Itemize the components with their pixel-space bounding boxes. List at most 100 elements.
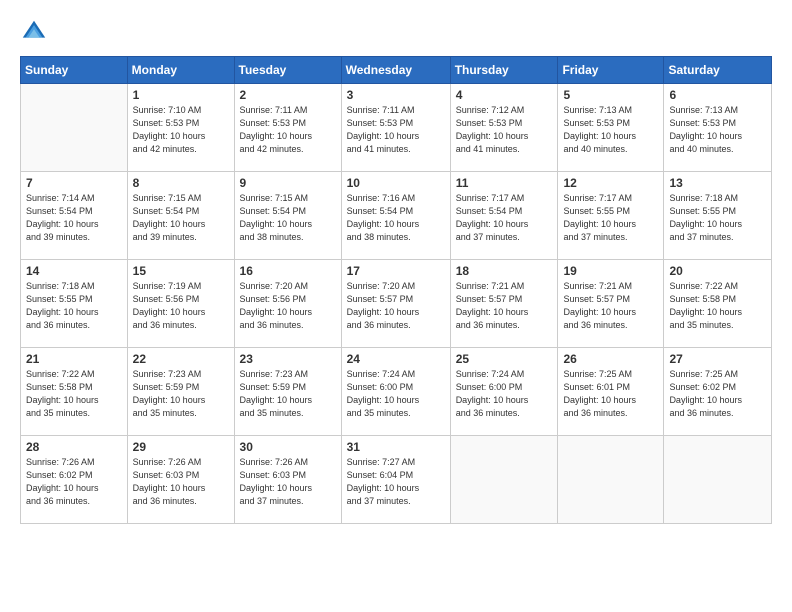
day-info: Sunrise: 7:16 AM Sunset: 5:54 PM Dayligh…	[347, 192, 445, 244]
calendar-cell: 28Sunrise: 7:26 AM Sunset: 6:02 PM Dayli…	[21, 436, 128, 524]
calendar-cell	[664, 436, 772, 524]
day-info: Sunrise: 7:23 AM Sunset: 5:59 PM Dayligh…	[133, 368, 229, 420]
calendar-cell: 17Sunrise: 7:20 AM Sunset: 5:57 PM Dayli…	[341, 260, 450, 348]
calendar-cell: 24 Sunrise: 7:24 AM Sunset: 6:00 PM Dayli…	[341, 348, 450, 436]
day-info: Sunrise: 7:18 AM Sunset: 5:55 PM Dayligh…	[26, 280, 122, 332]
calendar-cell	[450, 436, 558, 524]
day-info: Sunrise: 7:14 AM Sunset: 5:54 PM Dayligh…	[26, 192, 122, 244]
day-number: 1	[133, 88, 229, 102]
calendar-cell: 26Sunrise: 7:25 AM Sunset: 6:01 PM Dayli…	[558, 348, 664, 436]
day-number: 29	[133, 440, 229, 454]
calendar-cell: 12Sunrise: 7:17 AM Sunset: 5:55 PM Dayli…	[558, 172, 664, 260]
day-info: Sunrise: 7:13 AM Sunset: 5:53 PM Dayligh…	[669, 104, 766, 156]
calendar-cell: 18 Sunrise: 7:21 AM Sunset: 5:57 PM Dayli…	[450, 260, 558, 348]
day-number: 28	[26, 440, 122, 454]
calendar-cell: 1 Sunrise: 7:10 AM Sunset: 5:53 PM Daylig…	[127, 84, 234, 172]
day-number: 15	[133, 264, 229, 278]
day-number: 6	[669, 88, 766, 102]
day-info: Sunrise: 7:10 AM Sunset: 5:53 PM Dayligh…	[133, 104, 229, 156]
logo-icon	[20, 18, 48, 46]
day-number: 5	[563, 88, 658, 102]
day-info: Sunrise: 7:23 AM Sunset: 5:59 PM Dayligh…	[240, 368, 336, 420]
day-number: 10	[347, 176, 445, 190]
calendar-cell: 16 Sunrise: 7:20 AM Sunset: 5:56 PM Dayli…	[234, 260, 341, 348]
day-info: Sunrise: 7:15 AM Sunset: 5:54 PM Dayligh…	[240, 192, 336, 244]
calendar-day-header: Friday	[558, 57, 664, 84]
day-number: 11	[456, 176, 553, 190]
calendar-cell: 19 Sunrise: 7:21 AM Sunset: 5:57 PM Dayli…	[558, 260, 664, 348]
day-info: Sunrise: 7:20 AM Sunset: 5:56 PM Dayligh…	[240, 280, 336, 332]
day-number: 31	[347, 440, 445, 454]
day-info: Sunrise: 7:17 AM Sunset: 5:54 PM Dayligh…	[456, 192, 553, 244]
day-info: Sunrise: 7:24 AM Sunset: 6:00 PM Dayligh…	[456, 368, 553, 420]
calendar-week-row: 1 Sunrise: 7:10 AM Sunset: 5:53 PM Daylig…	[21, 84, 772, 172]
calendar-cell: 8Sunrise: 7:15 AM Sunset: 5:54 PM Daylig…	[127, 172, 234, 260]
calendar-week-row: 21 Sunrise: 7:22 AM Sunset: 5:58 PM Dayli…	[21, 348, 772, 436]
day-number: 23	[240, 352, 336, 366]
day-number: 7	[26, 176, 122, 190]
day-info: Sunrise: 7:22 AM Sunset: 5:58 PM Dayligh…	[26, 368, 122, 420]
calendar-week-row: 28Sunrise: 7:26 AM Sunset: 6:02 PM Dayli…	[21, 436, 772, 524]
day-number: 19	[563, 264, 658, 278]
day-number: 18	[456, 264, 553, 278]
day-info: Sunrise: 7:12 AM Sunset: 5:53 PM Dayligh…	[456, 104, 553, 156]
day-number: 2	[240, 88, 336, 102]
calendar-cell: 15 Sunrise: 7:19 AM Sunset: 5:56 PM Dayli…	[127, 260, 234, 348]
day-number: 20	[669, 264, 766, 278]
calendar-cell: 27 Sunrise: 7:25 AM Sunset: 6:02 PM Dayli…	[664, 348, 772, 436]
header	[20, 18, 772, 46]
calendar-cell: 25 Sunrise: 7:24 AM Sunset: 6:00 PM Dayli…	[450, 348, 558, 436]
calendar-cell: 30 Sunrise: 7:26 AM Sunset: 6:03 PM Dayli…	[234, 436, 341, 524]
day-number: 24	[347, 352, 445, 366]
calendar-cell: 9 Sunrise: 7:15 AM Sunset: 5:54 PM Daylig…	[234, 172, 341, 260]
calendar-week-row: 7 Sunrise: 7:14 AM Sunset: 5:54 PM Daylig…	[21, 172, 772, 260]
calendar-cell: 29 Sunrise: 7:26 AM Sunset: 6:03 PM Dayli…	[127, 436, 234, 524]
calendar-day-header: Thursday	[450, 57, 558, 84]
calendar-cell: 4Sunrise: 7:12 AM Sunset: 5:53 PM Daylig…	[450, 84, 558, 172]
day-number: 25	[456, 352, 553, 366]
day-info: Sunrise: 7:19 AM Sunset: 5:56 PM Dayligh…	[133, 280, 229, 332]
calendar-header-row: SundayMondayTuesdayWednesdayThursdayFrid…	[21, 57, 772, 84]
calendar-cell	[558, 436, 664, 524]
day-number: 3	[347, 88, 445, 102]
calendar-cell: 11 Sunrise: 7:17 AM Sunset: 5:54 PM Dayli…	[450, 172, 558, 260]
calendar-day-header: Monday	[127, 57, 234, 84]
day-info: Sunrise: 7:18 AM Sunset: 5:55 PM Dayligh…	[669, 192, 766, 244]
calendar-cell: 31 Sunrise: 7:27 AM Sunset: 6:04 PM Dayli…	[341, 436, 450, 524]
day-info: Sunrise: 7:17 AM Sunset: 5:55 PM Dayligh…	[563, 192, 658, 244]
day-info: Sunrise: 7:25 AM Sunset: 6:02 PM Dayligh…	[669, 368, 766, 420]
calendar-week-row: 14 Sunrise: 7:18 AM Sunset: 5:55 PM Dayli…	[21, 260, 772, 348]
day-number: 21	[26, 352, 122, 366]
calendar-cell: 13Sunrise: 7:18 AM Sunset: 5:55 PM Dayli…	[664, 172, 772, 260]
calendar-cell: 14 Sunrise: 7:18 AM Sunset: 5:55 PM Dayli…	[21, 260, 128, 348]
day-info: Sunrise: 7:22 AM Sunset: 5:58 PM Dayligh…	[669, 280, 766, 332]
calendar-cell: 6 Sunrise: 7:13 AM Sunset: 5:53 PM Daylig…	[664, 84, 772, 172]
calendar-cell: 23 Sunrise: 7:23 AM Sunset: 5:59 PM Dayli…	[234, 348, 341, 436]
day-info: Sunrise: 7:26 AM Sunset: 6:03 PM Dayligh…	[240, 456, 336, 508]
calendar-cell: 5Sunrise: 7:13 AM Sunset: 5:53 PM Daylig…	[558, 84, 664, 172]
calendar-day-header: Wednesday	[341, 57, 450, 84]
page: SundayMondayTuesdayWednesdayThursdayFrid…	[0, 0, 792, 612]
calendar-cell	[21, 84, 128, 172]
day-number: 9	[240, 176, 336, 190]
calendar-day-header: Tuesday	[234, 57, 341, 84]
calendar-day-header: Sunday	[21, 57, 128, 84]
day-info: Sunrise: 7:27 AM Sunset: 6:04 PM Dayligh…	[347, 456, 445, 508]
calendar-day-header: Saturday	[664, 57, 772, 84]
day-info: Sunrise: 7:21 AM Sunset: 5:57 PM Dayligh…	[456, 280, 553, 332]
day-number: 8	[133, 176, 229, 190]
day-info: Sunrise: 7:24 AM Sunset: 6:00 PM Dayligh…	[347, 368, 445, 420]
calendar-cell: 3 Sunrise: 7:11 AM Sunset: 5:53 PM Daylig…	[341, 84, 450, 172]
day-info: Sunrise: 7:11 AM Sunset: 5:53 PM Dayligh…	[240, 104, 336, 156]
day-number: 14	[26, 264, 122, 278]
day-number: 16	[240, 264, 336, 278]
day-number: 30	[240, 440, 336, 454]
calendar-cell: 10 Sunrise: 7:16 AM Sunset: 5:54 PM Dayli…	[341, 172, 450, 260]
day-info: Sunrise: 7:21 AM Sunset: 5:57 PM Dayligh…	[563, 280, 658, 332]
calendar-cell: 21 Sunrise: 7:22 AM Sunset: 5:58 PM Dayli…	[21, 348, 128, 436]
day-number: 22	[133, 352, 229, 366]
day-info: Sunrise: 7:11 AM Sunset: 5:53 PM Dayligh…	[347, 104, 445, 156]
day-number: 27	[669, 352, 766, 366]
day-number: 17	[347, 264, 445, 278]
day-info: Sunrise: 7:26 AM Sunset: 6:03 PM Dayligh…	[133, 456, 229, 508]
